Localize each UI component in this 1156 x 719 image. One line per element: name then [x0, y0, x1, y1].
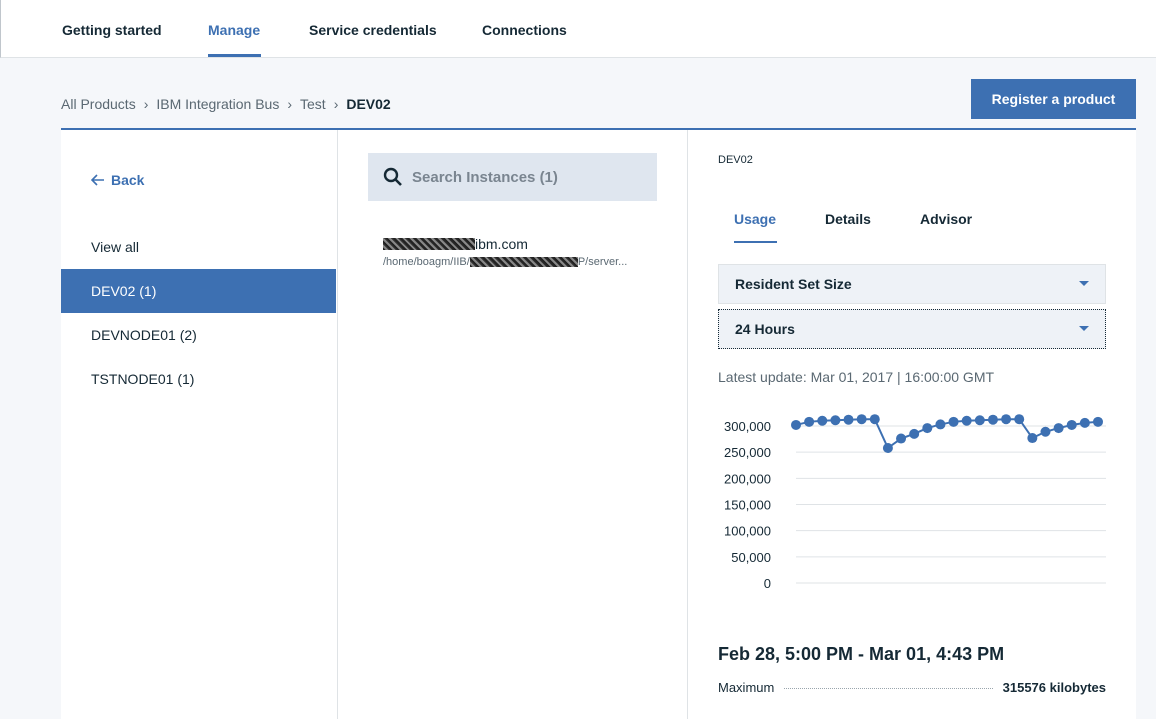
data-point[interactable]: [896, 433, 907, 444]
data-point[interactable]: [948, 416, 959, 427]
data-point[interactable]: [1014, 414, 1025, 425]
data-point[interactable]: [935, 419, 946, 430]
stat-label: Maximum: [718, 680, 775, 695]
data-point[interactable]: [869, 414, 880, 425]
data-point[interactable]: [882, 442, 893, 453]
caret-down-icon: [1079, 326, 1089, 331]
data-point[interactable]: [817, 415, 828, 426]
data-point[interactable]: [961, 415, 972, 426]
data-point[interactable]: [1027, 433, 1038, 444]
breadcrumb-ibm-integration-bus[interactable]: IBM Integration Bus: [156, 96, 279, 112]
data-point[interactable]: [987, 414, 998, 425]
sidebar-item-tstnode01[interactable]: TSTNODE01 (1): [61, 357, 336, 401]
list-item[interactable]: ibm.com /home/boagm/IIB/ P/server...: [383, 236, 655, 268]
column-divider: [687, 130, 688, 719]
content-panel: Back View all DEV02 (1) DEVNODE01 (2) TS…: [61, 128, 1136, 719]
y-tick-label: 0: [764, 576, 771, 591]
breadcrumb: All Products › IBM Integration Bus › Test › DE…: [61, 96, 391, 112]
instance-path-suffix: P/server...: [577, 256, 628, 268]
usage-line-chart: 300,000 250,000 200,000 150,000 100,000 50,00…: [724, 414, 1106, 591]
tab-getting-started[interactable]: Getting started: [62, 22, 162, 38]
tab-advisor[interactable]: Advisor: [920, 211, 972, 227]
top-navigation: Getting started Manage Service credentia…: [0, 0, 1156, 58]
detail-title: DEV02: [718, 154, 753, 166]
y-tick-label: 100,000: [724, 524, 771, 539]
period-dropdown[interactable]: 24 Hours: [718, 309, 1106, 349]
data-point[interactable]: [1053, 423, 1064, 434]
stat-row-maximum: Maximum 315576 kilobytes: [718, 680, 1106, 695]
data-point[interactable]: [791, 419, 801, 430]
tab-connections[interactable]: Connections: [482, 22, 567, 38]
column-divider: [337, 130, 338, 719]
sidebar-item-devnode01[interactable]: DEVNODE01 (2): [61, 313, 336, 357]
breadcrumb-all-products[interactable]: All Products: [61, 96, 136, 112]
tab-usage[interactable]: Usage: [734, 211, 776, 227]
active-tab-indicator: [734, 241, 777, 243]
y-tick-label: 50,000: [731, 550, 771, 565]
instance-path: /home/boagm/IIB/ P/server...: [383, 256, 655, 268]
data-point[interactable]: [922, 423, 933, 434]
back-link[interactable]: Back: [91, 172, 144, 188]
data-point[interactable]: [830, 415, 841, 426]
chevron-right-icon: ›: [333, 96, 339, 112]
instance-path-prefix: /home/boagm/IIB/: [383, 256, 470, 268]
chevron-right-icon: ›: [287, 96, 292, 112]
sidebar-item-dev02[interactable]: DEV02 (1): [61, 269, 336, 313]
caret-down-icon: [1079, 281, 1089, 286]
stat-value: 315576 kilobytes: [1002, 680, 1106, 695]
data-point[interactable]: [974, 415, 985, 426]
back-label: Back: [111, 172, 145, 188]
data-point[interactable]: [1001, 414, 1012, 425]
sidebar-item-view-all[interactable]: View all: [61, 225, 336, 269]
metric-dropdown[interactable]: Resident Set Size: [718, 264, 1106, 304]
data-point[interactable]: [804, 416, 815, 427]
tab-service-credentials[interactable]: Service credentials: [309, 22, 437, 38]
search-input[interactable]: [412, 168, 652, 186]
data-point[interactable]: [1079, 417, 1090, 428]
y-tick-label: 150,000: [724, 498, 771, 513]
data-point[interactable]: [1040, 426, 1051, 437]
tab-manage[interactable]: Manage: [208, 22, 260, 38]
series-line: [795, 418, 1099, 450]
redacted-text: [469, 257, 578, 267]
breadcrumb-test[interactable]: Test: [300, 96, 326, 112]
breadcrumb-current: DEV02: [346, 96, 391, 112]
data-point[interactable]: [1093, 416, 1103, 427]
data-point[interactable]: [1066, 419, 1077, 430]
instance-host-text: ibm.com: [475, 236, 528, 252]
tab-details[interactable]: Details: [825, 211, 871, 227]
date-range: Feb 28, 5:00 PM - Mar 01, 4:43 PM: [718, 644, 1005, 664]
sidebar-list: View all DEV02 (1) DEVNODE01 (2) TSTNODE…: [61, 225, 336, 401]
chevron-right-icon: ›: [143, 96, 149, 112]
dotted-leader: [784, 688, 993, 689]
search-icon: [383, 167, 402, 186]
data-point[interactable]: [843, 414, 854, 425]
search-box: [368, 153, 657, 201]
redacted-text: [383, 238, 475, 250]
instance-host: ibm.com: [383, 236, 655, 252]
active-tab-indicator: [208, 54, 261, 57]
register-product-button[interactable]: Register a product: [971, 79, 1136, 119]
y-tick-label: 300,000: [724, 419, 771, 434]
y-tick-label: 200,000: [724, 471, 771, 486]
arrow-left-icon: [91, 174, 104, 186]
data-point[interactable]: [856, 414, 867, 425]
metric-dropdown-value: Resident Set Size: [735, 276, 852, 292]
latest-update: Latest update: Mar 01, 2017 | 16:00:00 G…: [718, 369, 995, 385]
data-point[interactable]: [909, 428, 920, 439]
period-dropdown-value: 24 Hours: [735, 321, 795, 337]
y-tick-label: 250,000: [724, 445, 771, 460]
